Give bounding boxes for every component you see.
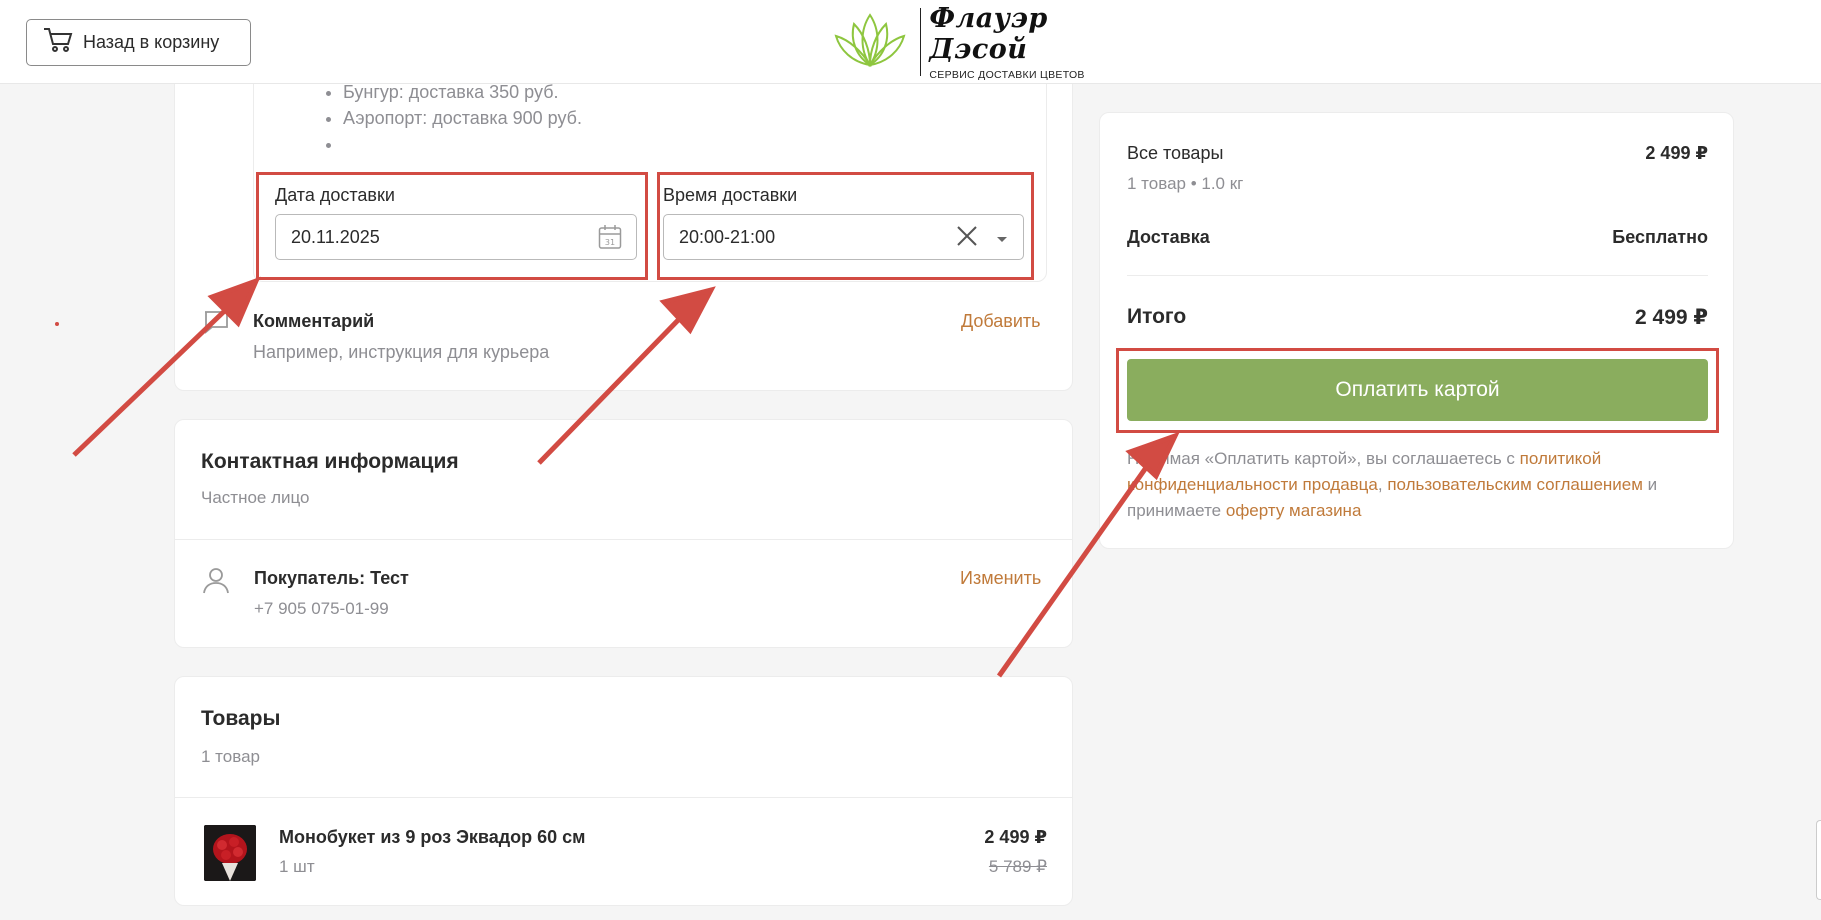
summary-delivery-value: Бесплатно	[1612, 227, 1708, 247]
annotation-dot	[55, 322, 59, 326]
brand-tagline: СЕРВИС ДОСТАВКИ ЦВЕТОВ	[929, 69, 1085, 81]
brand: Флауэр Дэсой СЕРВИС ДОСТАВКИ ЦВЕТОВ	[929, 3, 1090, 81]
back-to-cart-label: Назад в корзину	[83, 32, 220, 52]
goods-count: 1 товар	[201, 747, 260, 766]
summary-goods-meta: 1 товар • 1.0 кг	[1127, 174, 1244, 193]
summary-total-row: Итого 2 499 ₽	[1127, 305, 1708, 330]
annotation-box-date	[256, 172, 648, 280]
product-name[interactable]: Монобукет из 9 роз Эквадор 60 см	[279, 827, 586, 848]
annotation-box-pay	[1116, 348, 1719, 433]
legal-notice: Нажимая «Оплатить картой», вы соглашаете…	[1127, 446, 1687, 524]
comment-icon	[203, 310, 229, 339]
summary-all-goods-label: Все товары	[1127, 143, 1224, 163]
summary-all-goods-value: 2 499 ₽	[1645, 143, 1708, 163]
delivery-zone-item: Аэропорт: доставка 900 руб.	[343, 105, 582, 131]
annotation-box-time	[657, 172, 1034, 280]
delivery-zones-list: Бунгур: доставка 350 руб. Аэропорт: дост…	[328, 79, 582, 157]
user-icon	[202, 566, 230, 599]
legal-prefix: Нажимая «Оплатить картой», вы соглашаете…	[1127, 449, 1520, 468]
change-contact-link[interactable]: Изменить	[960, 568, 1041, 589]
summary-delivery-row: Доставка Бесплатно	[1127, 227, 1708, 248]
legal-separator: ,	[1377, 475, 1388, 494]
offer-link[interactable]: оферту магазина	[1226, 501, 1362, 520]
goods-title: Товары	[201, 707, 281, 730]
contact-title: Контактная информация	[201, 450, 459, 473]
summary-all-goods-row: Все товары 2 499 ₽	[1127, 143, 1708, 164]
delivery-zone-item	[343, 131, 582, 157]
side-scroll-tab[interactable]	[1816, 820, 1821, 900]
user-agreement-link[interactable]: пользовательским соглашением	[1387, 475, 1643, 494]
header: Назад в корзину Флауэр Дэсой СЕРВИС ДОСТ…	[0, 0, 1821, 84]
divider	[175, 797, 1072, 798]
logo[interactable]: Флауэр Дэсой СЕРВИС ДОСТАВКИ ЦВЕТОВ	[830, 3, 1090, 81]
comment-placeholder: Например, инструкция для курьера	[253, 342, 550, 362]
product-quantity: 1 шт	[279, 857, 315, 876]
comment-title: Комментарий	[253, 311, 375, 331]
product-image[interactable]	[204, 825, 256, 881]
back-to-cart-button[interactable]: Назад в корзину	[26, 19, 251, 66]
product-price: 2 499 ₽	[984, 827, 1047, 847]
logo-divider	[920, 8, 922, 76]
contact-card: Контактная информация Частное лицо Покуп…	[174, 419, 1073, 648]
summary-delivery-label: Доставка	[1127, 227, 1210, 247]
lotus-icon	[830, 10, 910, 75]
add-comment-link[interactable]: Добавить	[961, 311, 1041, 332]
contact-subtitle: Частное лицо	[201, 488, 310, 507]
buyer-phone: +7 905 075-01-99	[254, 599, 389, 618]
order-summary-card: Все товары 2 499 ₽ 1 товар • 1.0 кг Дост…	[1099, 112, 1734, 549]
cart-icon	[43, 26, 73, 59]
summary-goods-meta-row: 1 товар • 1.0 кг	[1127, 174, 1708, 194]
summary-total-label: Итого	[1127, 305, 1187, 328]
goods-card: Товары 1 товар Монобукет из 9 роз Эквадо…	[174, 676, 1073, 906]
product-old-price: 5 789 ₽	[988, 857, 1047, 876]
brand-name: Флауэр Дэсой	[929, 3, 1048, 65]
divider	[175, 539, 1072, 540]
buyer-name: Покупатель: Тест	[254, 568, 409, 588]
divider	[1127, 275, 1708, 276]
summary-total-value: 2 499 ₽	[1635, 306, 1708, 329]
